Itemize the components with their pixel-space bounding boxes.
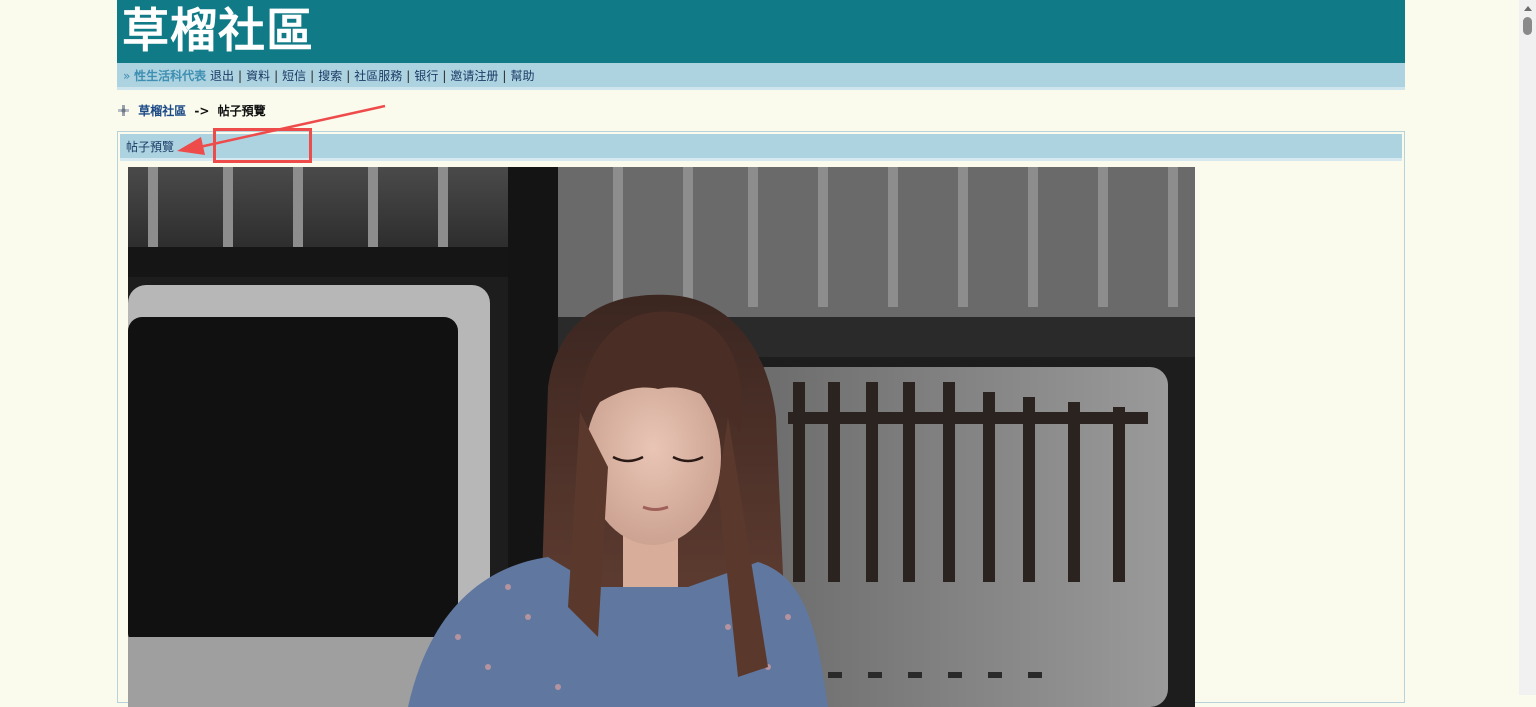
forum-icon	[118, 105, 129, 116]
scroll-thumb[interactable]	[1523, 17, 1532, 35]
nav-separator: |	[310, 69, 315, 83]
nav-community-services-link[interactable]: 社區服務	[354, 69, 402, 83]
post-photo[interactable]	[128, 167, 1195, 707]
panel-header-title: 帖子預覽	[126, 140, 175, 154]
nav-profile-link[interactable]: 資料	[246, 69, 270, 83]
nav-separator: |	[238, 69, 243, 83]
nav-bank-link[interactable]: 银行	[414, 69, 438, 83]
nav-search-link[interactable]: 搜索	[318, 69, 342, 83]
site-logo-title[interactable]: 草榴社區	[122, 4, 314, 60]
nav-separator: |	[406, 69, 411, 83]
nav-separator: |	[274, 69, 279, 83]
scroll-up-icon[interactable]	[1524, 6, 1532, 11]
nav-separator: |	[502, 69, 507, 83]
photo-image	[128, 167, 1195, 707]
user-nav-bar: » 性生活科代表 退出 | 資料 | 短信 | 搜索 | 社區服務 | 银行 | 邀请注册 | 幫助	[117, 63, 1405, 90]
nav-separator: |	[442, 69, 447, 83]
site-banner: 草榴社區	[117, 0, 1405, 63]
post-preview-panel: 帖子預覽	[117, 131, 1405, 707]
nav-separator: |	[346, 69, 351, 83]
nav-username-link[interactable]: 性生活科代表	[134, 69, 206, 83]
nav-prefix: »	[123, 69, 131, 83]
nav-help-link[interactable]: 幫助	[510, 69, 534, 83]
nav-messages-link[interactable]: 短信	[282, 69, 306, 83]
nav-logout-link[interactable]: 退出	[210, 69, 234, 83]
vertical-scrollbar[interactable]	[1519, 0, 1536, 695]
annotation-arrow-icon	[177, 104, 386, 155]
nav-invite-register-link[interactable]: 邀请注册	[450, 69, 498, 83]
